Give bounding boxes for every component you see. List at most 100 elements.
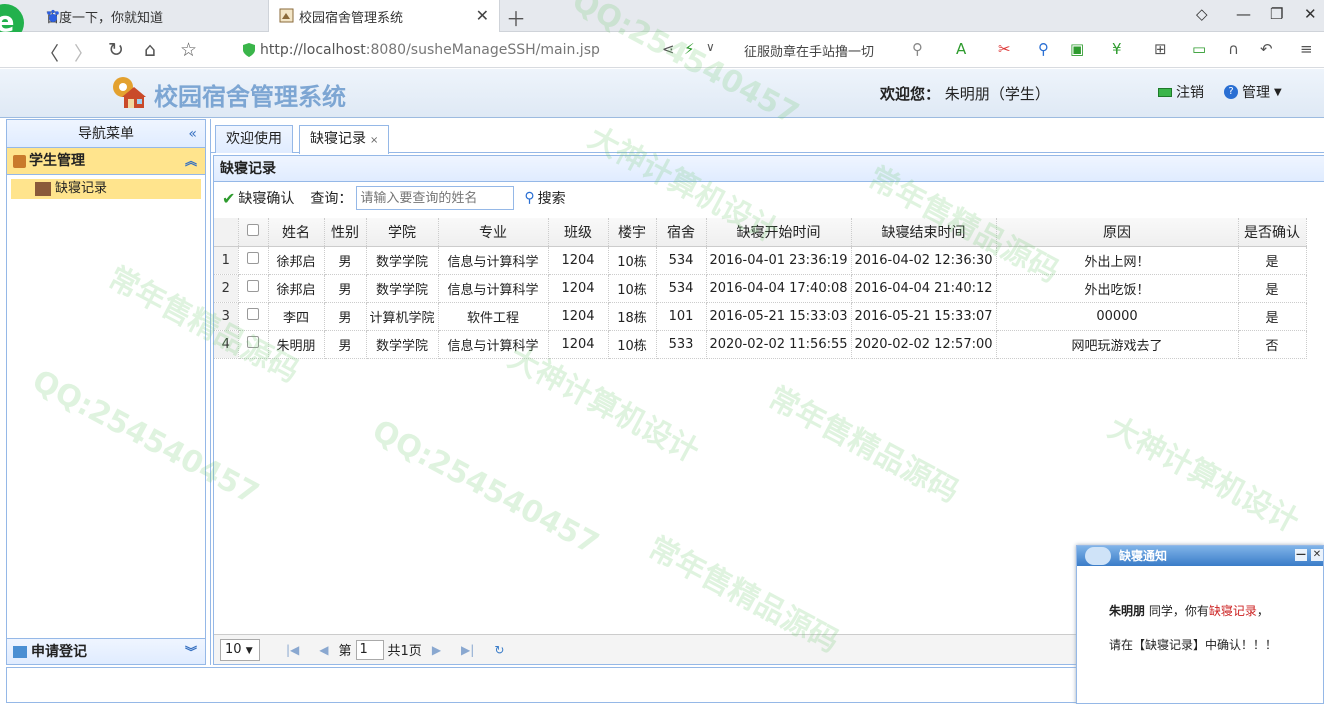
star-icon[interactable]: ☆ — [180, 39, 197, 61]
reload-icon[interactable]: ↻ — [108, 39, 124, 61]
column-header[interactable]: 专业 — [438, 218, 549, 247]
search-button[interactable]: ⚲ 搜索 — [524, 188, 565, 208]
cell-sex: 男 — [324, 302, 367, 331]
column-header[interactable]: 缺寝开始时间 — [706, 218, 852, 247]
prev-page-icon[interactable]: ◀ — [319, 643, 328, 657]
manage-menu-button[interactable]: ? 管理 ▼ — [1224, 82, 1282, 102]
nav-sidebar: 导航菜单 « 学生管理 ︽ 缺寝记录 申请登记 ︾ — [6, 119, 206, 665]
logout-button[interactable]: 注销 — [1158, 82, 1204, 102]
cell-college: 数学学院 — [366, 246, 439, 275]
back-icon[interactable]: 〈 — [40, 39, 59, 66]
app-header: 校园宿舍管理系统 欢迎您： 朱明朋（学生） 注销 ? 管理 ▼ — [0, 69, 1324, 118]
cell-major: 软件工程 — [438, 302, 549, 331]
restore-icon[interactable]: ❐ — [1270, 5, 1283, 23]
first-page-icon[interactable]: |◀ — [286, 643, 299, 657]
page-size-select[interactable]: 10 ▼ — [220, 638, 260, 661]
column-header[interactable]: 宿舍 — [656, 218, 707, 247]
cell-reason: 外出上网！ — [996, 246, 1239, 275]
headphone-icon[interactable]: ∩ — [1228, 40, 1239, 58]
confirm-label: 缺寝确认 — [238, 191, 295, 207]
logout-icon — [1158, 87, 1172, 97]
cell-sex: 男 — [324, 330, 367, 359]
close-tab-icon[interactable]: × — [370, 135, 378, 146]
grid-toolbar: ✔ 缺寝确认 查询： ⚲ 搜索 — [214, 182, 1324, 214]
table-row[interactable]: 3 李四男计算机学院 软件工程 1204 18栋 101 2016-05-21 15:33:… — [214, 302, 1307, 331]
expand-down-icon[interactable]: ︾ — [185, 639, 197, 665]
scissors-icon[interactable]: ✂ — [998, 40, 1011, 58]
row-checkbox[interactable] — [247, 280, 259, 292]
column-header[interactable]: 原因 — [996, 218, 1239, 247]
share-icon[interactable]: ⋖ — [662, 40, 675, 58]
url-field[interactable]: http://localhost:8080/susheManageSSH/mai… — [236, 37, 730, 63]
table-row[interactable]: 1 徐邦启男数学学院 信息与计算科学 1204 10栋 534 2016-04-01 23:… — [214, 246, 1307, 275]
undo-icon[interactable]: ↶ — [1260, 40, 1273, 58]
column-header[interactable]: 是否确认 — [1238, 218, 1307, 247]
lightning-icon[interactable]: ⚡ — [684, 40, 695, 58]
row-number: 4 — [214, 330, 239, 359]
battery-icon[interactable]: ▭ — [1192, 40, 1206, 58]
magnifier-icon[interactable]: ⚲ — [1038, 40, 1049, 58]
accordion-student-manage[interactable]: 学生管理 ︽ — [7, 148, 205, 175]
cell-end: 2016-04-04 21:40:12 — [851, 274, 997, 303]
apps-grid-icon[interactable]: ⊞ — [1154, 40, 1167, 58]
tab-absence-record[interactable]: 缺寝记录 × — [299, 125, 390, 154]
cell-room: 534 — [656, 246, 707, 275]
column-header[interactable]: 楼宇 — [608, 218, 657, 247]
minimize-icon[interactable]: — — [1236, 5, 1251, 23]
confirm-absence-button[interactable]: ✔ 缺寝确认 — [222, 188, 294, 208]
chevron-down-icon[interactable]: ∨ — [706, 40, 715, 54]
notification-name: 朱明朋 — [1109, 604, 1146, 618]
column-header[interactable]: 班级 — [548, 218, 609, 247]
new-tab-icon[interactable]: ＋ — [506, 3, 526, 32]
manage-label: 管理 — [1242, 85, 1270, 101]
cell-start: 2016-04-04 17:40:08 — [706, 274, 852, 303]
table-row[interactable]: 4 朱明朋男数学学院 信息与计算科学 1204 10栋 533 2020-02-02 11:… — [214, 330, 1307, 359]
page-total: 共1页 — [387, 644, 422, 659]
next-page-icon[interactable]: ▶ — [432, 643, 441, 657]
minimize-icon[interactable]: — — [1295, 549, 1307, 561]
game-icon[interactable]: ▣ — [1070, 40, 1084, 58]
user-role: （学生） — [989, 85, 1050, 103]
cell-cls: 1204 — [548, 274, 609, 303]
column-header[interactable]: 性别 — [324, 218, 367, 247]
page-prefix: 第 — [338, 644, 352, 659]
refresh-icon[interactable]: ↻ — [494, 643, 504, 657]
collapse-up-icon[interactable]: ︽ — [185, 148, 197, 175]
column-header[interactable]: 学院 — [366, 218, 439, 247]
home-icon[interactable]: ⌂ — [144, 39, 156, 61]
column-header[interactable]: 缺寝结束时间 — [851, 218, 997, 247]
browser-tab-baidu[interactable]: 百度一下，你就知道 — [0, 0, 268, 32]
select-all-checkbox[interactable] — [247, 223, 259, 236]
cell-major: 信息与计算科学 — [438, 330, 549, 359]
cell-bld: 18栋 — [608, 302, 657, 331]
search-icon[interactable]: ⚲ — [912, 40, 923, 58]
browser-tab-active[interactable]: 校园宿舍管理系统 ✕ — [268, 0, 500, 32]
last-page-icon[interactable]: ▶| — [461, 643, 474, 657]
absence-record-link[interactable]: 缺寝记录 — [1209, 604, 1257, 618]
search-suggest-text[interactable]: 征服勋章在手站撸一切 — [744, 41, 874, 60]
menu-icon[interactable]: ≡ — [1300, 40, 1313, 58]
shirt-skin-icon[interactable]: ◇ — [1196, 5, 1208, 23]
url-host: http://localhost — [260, 42, 366, 58]
row-checkbox[interactable] — [247, 308, 259, 320]
table-row[interactable]: 2 徐邦启男数学学院 信息与计算科学 1204 10栋 534 2016-04-04 17:… — [214, 274, 1307, 303]
name-search-input[interactable] — [356, 186, 515, 210]
collapse-left-icon[interactable]: « — [188, 120, 197, 148]
notification-header: 缺寝通知 — ✕ — [1077, 546, 1323, 566]
accordion-apply-register[interactable]: 申请登记 ︾ — [7, 638, 205, 664]
row-select-cell — [238, 246, 269, 275]
close-icon[interactable]: ✕ — [1311, 549, 1323, 561]
address-bar: 〈 〉 ↻ ⌂ ☆ http://localhost:8080/susheMan… — [0, 32, 1324, 68]
tab-welcome[interactable]: 欢迎使用 — [215, 125, 293, 153]
content-tabs: 欢迎使用 缺寝记录 × — [211, 119, 1324, 154]
row-checkbox[interactable] — [247, 336, 259, 348]
money-icon[interactable]: ¥ — [1112, 40, 1122, 58]
close-tab-icon[interactable]: ✕ — [476, 6, 489, 25]
row-checkbox[interactable] — [247, 252, 259, 264]
sidebar-item-absence-record[interactable]: 缺寝记录 — [11, 179, 201, 199]
translate-icon[interactable]: A — [956, 40, 966, 58]
column-header[interactable]: 姓名 — [268, 218, 325, 247]
forward-icon[interactable]: 〉 — [74, 39, 93, 66]
close-window-icon[interactable]: ✕ — [1304, 5, 1317, 23]
page-number-input[interactable]: 1 — [355, 639, 384, 660]
